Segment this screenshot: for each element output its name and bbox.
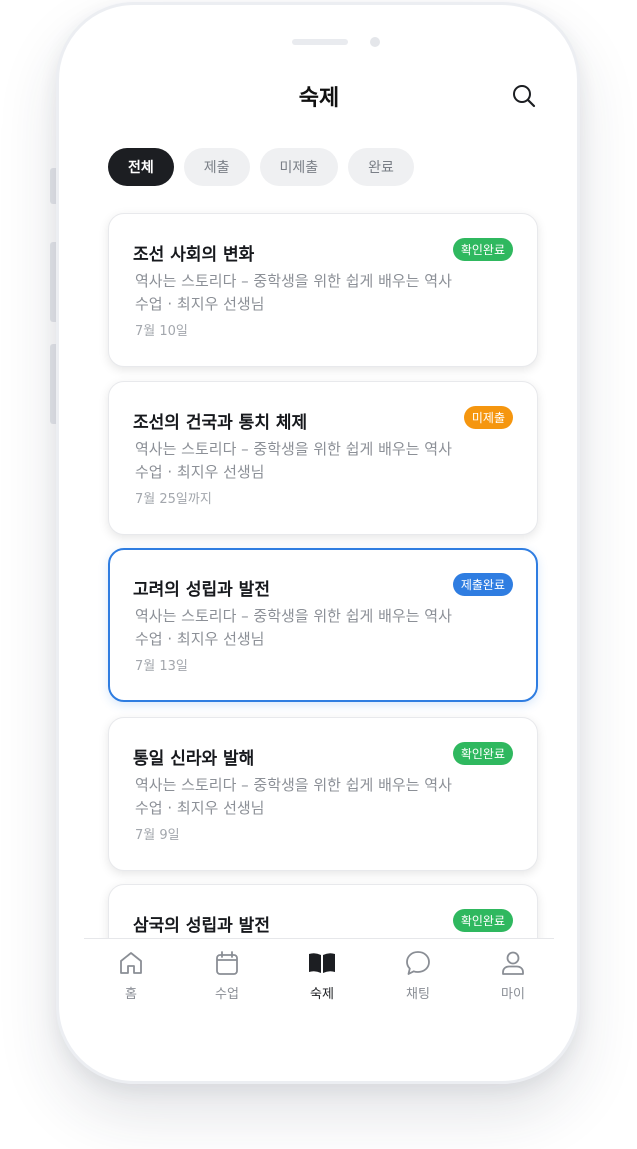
filter-chip-submitted[interactable]: 제출 (183, 148, 250, 186)
tab-label: 마이 (501, 987, 525, 1002)
assignment-title: 삼국의 성립과 발전 (133, 916, 270, 936)
status-badge: 확인완료 (452, 742, 513, 765)
page-title: 숙제 (298, 86, 340, 111)
search-button[interactable] (510, 82, 538, 110)
tab-my[interactable]: 마이 (478, 949, 548, 1002)
status-badge: 확인완료 (452, 238, 513, 261)
filter-chip-completed[interactable]: 완료 (348, 148, 414, 186)
tab-class[interactable]: 수업 (192, 949, 262, 1002)
assignment-card[interactable]: 조선의 건국과 통치 체제 미제출 역사는 스토리다 – 중학생을 위한 쉽게 … (108, 381, 538, 535)
tab-home[interactable]: 홈 (96, 949, 166, 1002)
book-icon (309, 953, 335, 973)
app-screen: 숙제 전체 제출 미제출 완료 조선 사회의 변화 확인완료 역사는 스토리다 … (84, 70, 554, 1005)
assignment-date: 7월 13일 (135, 659, 188, 674)
assignment-description: 역사는 스토리다 – 중학생을 위한 쉽게 배우는 역사 수업 · 최지우 선생… (135, 440, 452, 481)
bottom-tab-bar: 홈 수업 숙제 채팅 마이 (84, 938, 554, 1005)
tab-homework[interactable]: 숙제 (287, 949, 357, 1002)
assignment-title: 통일 신라와 발해 (133, 749, 255, 769)
assignment-description: 역사는 스토리다 – 중학생을 위한 쉽게 배우는 역사 수업 · 최지우 선생… (135, 607, 452, 648)
phone-camera (370, 37, 380, 47)
assignment-title: 조선의 건국과 통치 체제 (133, 413, 308, 433)
filter-chip-not-submitted[interactable]: 미제출 (259, 148, 339, 186)
assignment-card[interactable]: 통일 신라와 발해 확인완료 역사는 스토리다 – 중학생을 위한 쉽게 배우는… (108, 717, 538, 871)
calendar-icon (216, 951, 238, 975)
assignment-card-selected[interactable]: 고려의 성립과 발전 제출완료 역사는 스토리다 – 중학생을 위한 쉽게 배우… (108, 548, 538, 702)
user-icon (502, 951, 524, 975)
status-badge: 제출완료 (452, 573, 513, 596)
tab-label: 수업 (215, 987, 239, 1002)
assignment-title: 고려의 성립과 발전 (133, 580, 270, 600)
search-icon (513, 85, 536, 108)
assignment-description: 역사는 스토리다 – 중학생을 위한 쉽게 배우는 역사 수업 · 최지우 선생… (135, 776, 452, 817)
filter-chip-all[interactable]: 전체 (108, 148, 174, 186)
tab-chat[interactable]: 채팅 (383, 949, 453, 1002)
home-icon (120, 952, 142, 974)
chat-bubble-icon (406, 951, 430, 975)
status-badge: 확인완료 (452, 909, 513, 932)
tab-label: 홈 (125, 987, 137, 1002)
assignment-description: 역사는 스토리다 – 중학생을 위한 쉽게 배우는 역사 수업 · 최지우 선생… (135, 272, 452, 313)
assignment-date: 7월 10일 (135, 324, 188, 339)
assignment-card[interactable]: 조선 사회의 변화 확인완료 역사는 스토리다 – 중학생을 위한 쉽게 배우는… (108, 213, 538, 367)
phone-speaker (292, 39, 348, 45)
filter-chips: 전체 제출 미제출 완료 (108, 148, 414, 186)
assignment-date: 7월 25일까지 (135, 492, 212, 507)
status-badge: 미제출 (463, 406, 513, 429)
tab-label: 채팅 (406, 987, 430, 1002)
assignment-title: 조선 사회의 변화 (133, 245, 255, 265)
assignment-date: 7월 9일 (135, 828, 180, 843)
tab-label: 숙제 (310, 987, 334, 1002)
